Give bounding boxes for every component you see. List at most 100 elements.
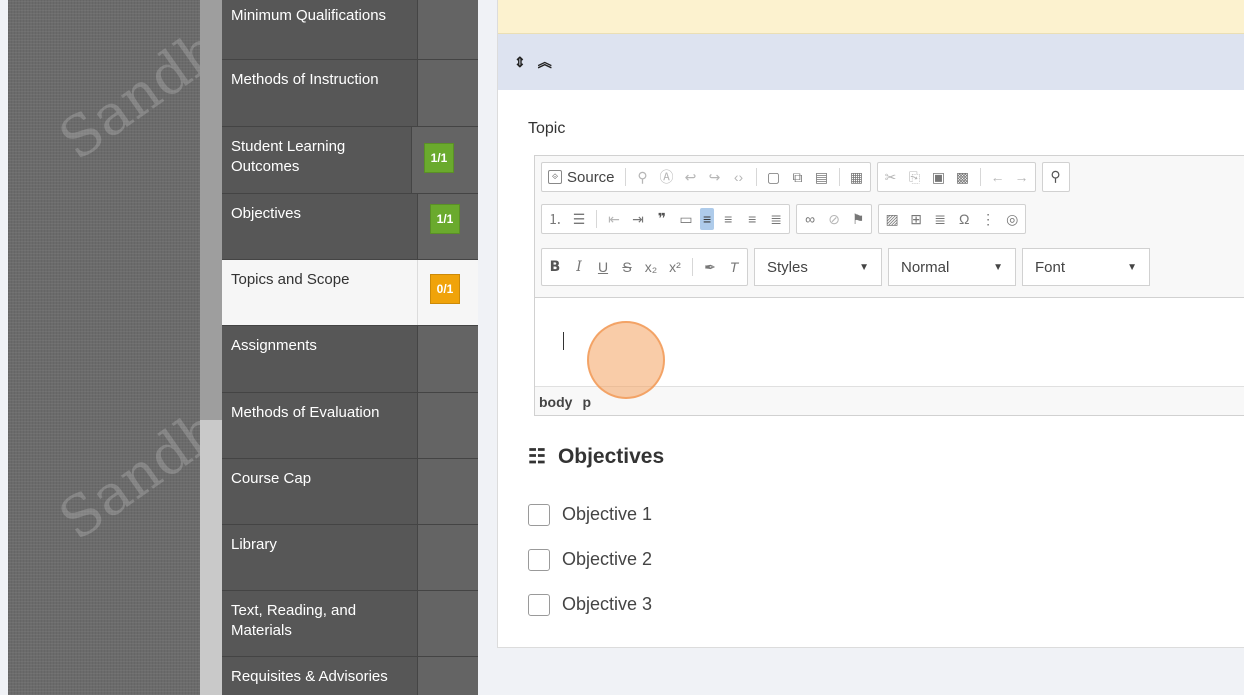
align-left-icon[interactable]: ≡ bbox=[700, 208, 715, 230]
sidebar-item-library[interactable]: Library bbox=[222, 525, 478, 591]
page-break-icon[interactable]: ⋮ bbox=[981, 212, 995, 226]
copy-icon[interactable]: ⎘ bbox=[908, 170, 922, 184]
toolbar-group-clipboard: ✂ ⎘ ▣ ▩ ← → bbox=[876, 162, 1036, 192]
list-item[interactable]: Objective 2 bbox=[528, 537, 652, 582]
bold-icon[interactable]: B bbox=[548, 260, 562, 274]
strikethrough-icon[interactable]: S bbox=[620, 260, 634, 274]
chevron-down-icon: ▼ bbox=[859, 261, 869, 273]
sidebar-item-label: Methods of Evaluation bbox=[222, 393, 418, 458]
objective-checkbox[interactable] bbox=[528, 593, 550, 616]
objective-label: Objective 1 bbox=[562, 504, 653, 524]
image-icon[interactable]: ▨ bbox=[885, 212, 899, 226]
blockquote-icon[interactable]: ❞ bbox=[655, 212, 669, 226]
align-right-icon[interactable]: ≡ bbox=[745, 212, 759, 226]
horizontal-line-icon[interactable]: ≣ bbox=[933, 212, 947, 226]
italic-icon[interactable]: I bbox=[572, 260, 586, 274]
redo-icon[interactable]: → bbox=[1015, 170, 1029, 184]
toolbar-group-document: ⟐ Source ⚲ Ⓐ ↩ ↪ ‹› ▢ ⧉ ▤ ▦ bbox=[541, 162, 871, 192]
sidebar-item-text-reading-materials[interactable]: Text, Reading, and Materials bbox=[222, 591, 478, 657]
source-icon: ⟐ bbox=[548, 170, 562, 184]
objectives-heading: ☷ Objectives bbox=[528, 444, 664, 469]
undo-icon[interactable]: ← bbox=[991, 170, 1005, 184]
sidebar-item-objectives[interactable]: Objectives 1/1 bbox=[222, 194, 478, 260]
div-icon[interactable]: ▭ bbox=[679, 212, 693, 226]
toolbar-group-paragraph: ⒈ ☰ ⇤ ⇥ ❞ ▭ ≡ ≡ ≡ ≣ bbox=[541, 204, 791, 234]
undo-hook-icon[interactable]: ↩ bbox=[684, 170, 698, 184]
remove-format-icon[interactable]: T bbox=[727, 260, 741, 274]
font-dropdown[interactable]: Font ▼ bbox=[1022, 248, 1150, 286]
justify-icon[interactable]: ≣ bbox=[769, 212, 783, 226]
superscript-icon[interactable]: x² bbox=[668, 260, 682, 274]
sidebar-item-label: Methods of Instruction bbox=[222, 60, 418, 126]
chevron-down-icon: ▼ bbox=[993, 261, 1003, 273]
sidebar-item-label: Topics and Scope bbox=[222, 260, 418, 325]
find-icon[interactable]: ⚲ bbox=[636, 170, 650, 184]
path-p[interactable]: p bbox=[582, 394, 591, 410]
scrollbar[interactable] bbox=[200, 0, 222, 695]
table-icon[interactable]: ⊞ bbox=[909, 212, 923, 226]
align-center-icon[interactable]: ≡ bbox=[721, 212, 735, 226]
text-cursor bbox=[563, 332, 564, 350]
chevron-down-icon: ▼ bbox=[1127, 261, 1137, 273]
topic-label: Topic bbox=[528, 120, 566, 137]
path-body[interactable]: body bbox=[539, 394, 572, 410]
editor-content-area[interactable] bbox=[535, 297, 1244, 399]
source-button[interactable]: ⟐ Source bbox=[548, 169, 615, 186]
rich-text-editor: ⟐ Source ⚲ Ⓐ ↩ ↪ ‹› ▢ ⧉ ▤ ▦ ✂ ⎘ ▣ ▩ ← → … bbox=[534, 155, 1244, 416]
collapse-up-icon[interactable]: ︽ bbox=[538, 52, 552, 72]
sidebar-nav: Minimum Qualifications Methods of Instru… bbox=[222, 0, 478, 695]
sidebar-item-methods-of-evaluation[interactable]: Methods of Evaluation bbox=[222, 393, 478, 459]
objective-checkbox[interactable] bbox=[528, 548, 550, 571]
print-icon[interactable]: ▤ bbox=[815, 170, 829, 184]
numbered-list-icon[interactable]: ⒈ bbox=[548, 212, 562, 226]
redo-hook-icon[interactable]: ↪ bbox=[708, 170, 722, 184]
sidebar-item-student-learning-outcomes[interactable]: Student Learning Outcomes 1/1 bbox=[222, 127, 478, 194]
sidebar-item-minimum-qualifications[interactable]: Minimum Qualifications bbox=[222, 0, 478, 60]
unlink-icon[interactable]: ⊘ bbox=[827, 212, 841, 226]
toolbar-group-links: ∞ ⊘ ⚑ bbox=[796, 204, 873, 234]
paste-word-icon[interactable]: ▩ bbox=[956, 170, 970, 184]
watermark-top: Sandbox bbox=[48, 0, 200, 174]
cut-icon[interactable]: ✂ bbox=[884, 170, 898, 184]
sidebar-item-topics-and-scope[interactable]: Topics and Scope 0/1 bbox=[222, 260, 478, 326]
watermark-bottom: Sandbox bbox=[48, 359, 200, 554]
subscript-icon[interactable]: x₂ bbox=[644, 260, 658, 274]
special-char-icon[interactable]: Ω bbox=[957, 212, 971, 226]
search-icon[interactable]: ⚲ bbox=[1049, 170, 1063, 184]
indent-icon[interactable]: ⇥ bbox=[631, 212, 645, 226]
bullet-list-icon[interactable]: ☰ bbox=[572, 212, 586, 226]
font-dropdown-label: Font bbox=[1035, 258, 1066, 276]
background-panel: Sandbox Sandbox bbox=[8, 0, 200, 695]
format-dropdown-label: Normal bbox=[901, 258, 950, 276]
paste-icon[interactable]: ▣ bbox=[932, 170, 946, 184]
outdent-icon[interactable]: ⇤ bbox=[607, 212, 621, 226]
preview-icon[interactable]: ⧉ bbox=[791, 170, 805, 184]
link-icon[interactable]: ∞ bbox=[803, 212, 817, 226]
underline-icon[interactable]: U bbox=[596, 260, 610, 274]
select-all-icon[interactable]: Ⓐ bbox=[660, 170, 674, 184]
sidebar-item-course-cap[interactable]: Course Cap bbox=[222, 459, 478, 525]
sidebar-item-assignments[interactable]: Assignments bbox=[222, 326, 478, 393]
templates-icon[interactable]: ▦ bbox=[850, 170, 864, 184]
anchor-flag-icon[interactable]: ⚑ bbox=[851, 212, 865, 226]
scrollbar-thumb[interactable] bbox=[200, 0, 222, 420]
list-item[interactable]: Objective 3 bbox=[528, 582, 652, 627]
code-icon[interactable]: ‹› bbox=[732, 170, 746, 184]
sidebar-item-methods-of-instruction[interactable]: Methods of Instruction bbox=[222, 60, 478, 127]
editor-toolbar-row-1: ⟐ Source ⚲ Ⓐ ↩ ↪ ‹› ▢ ⧉ ▤ ▦ ✂ ⎘ ▣ ▩ ← → … bbox=[541, 162, 1070, 192]
editor-toolbar-row-3: B I U S x₂ x² ✒ T Styles ▼ Normal ▼ Font… bbox=[541, 248, 1150, 286]
objectives-title: Objectives bbox=[557, 444, 665, 468]
list-item[interactable]: Objective 1 bbox=[528, 492, 652, 537]
new-page-icon[interactable]: ▢ bbox=[767, 170, 781, 184]
styles-dropdown-label: Styles bbox=[767, 258, 808, 276]
iframe-icon[interactable]: ◎ bbox=[1005, 212, 1019, 226]
sidebar-item-label: Library bbox=[222, 525, 418, 590]
sidebar-item-requisites-advisories[interactable]: Requisites & Advisories bbox=[222, 657, 478, 695]
toolbar-group-insert: ▨ ⊞ ≣ Ω ⋮ ◎ bbox=[878, 204, 1027, 234]
objective-checkbox[interactable] bbox=[528, 503, 550, 526]
copy-format-icon[interactable]: ✒ bbox=[703, 260, 717, 274]
sort-icon[interactable]: ⇕ bbox=[514, 54, 526, 71]
styles-dropdown[interactable]: Styles ▼ bbox=[754, 248, 882, 286]
sidebar-item-label: Minimum Qualifications bbox=[222, 0, 418, 59]
format-dropdown[interactable]: Normal ▼ bbox=[888, 248, 1016, 286]
